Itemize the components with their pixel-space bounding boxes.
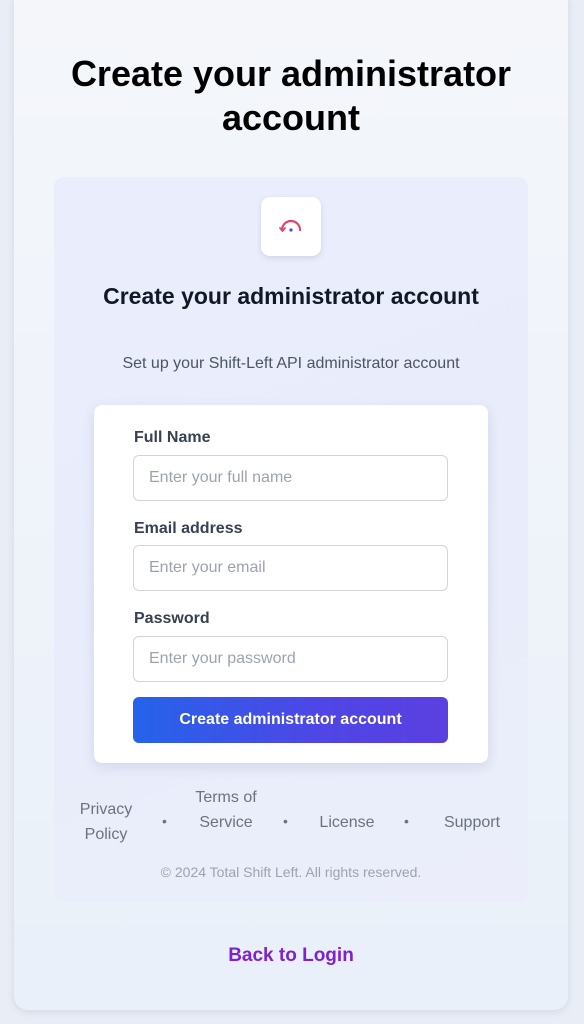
logo (261, 197, 321, 256)
support-link[interactable]: Support (434, 810, 510, 835)
email-input[interactable] (133, 545, 448, 591)
card-title: Create your administrator account (103, 283, 479, 309)
password-label: Password (134, 610, 210, 627)
password-input[interactable] (133, 636, 448, 682)
page-title: Create your administrator account (70, 53, 512, 138)
footer-separator: • (162, 813, 167, 829)
back-to-login-link[interactable]: Back to Login (14, 945, 568, 967)
email-label: Email address (134, 520, 243, 537)
full-name-label: Full Name (134, 429, 211, 446)
arc-logo-icon (279, 219, 302, 232)
card-subtitle: Set up your Shift-Left API administrator… (122, 355, 460, 372)
privacy-policy-link[interactable]: Privacy Policy (72, 797, 140, 847)
footer-separator: • (404, 813, 409, 829)
full-name-input[interactable] (133, 455, 448, 501)
footer-separator: • (283, 813, 288, 829)
license-link[interactable]: License (312, 810, 382, 835)
create-account-button[interactable]: Create administrator account (133, 697, 448, 743)
terms-of-service-link[interactable]: Terms of Service (191, 785, 261, 835)
copyright-text: © 2024 Total Shift Left. All rights rese… (160, 864, 422, 880)
